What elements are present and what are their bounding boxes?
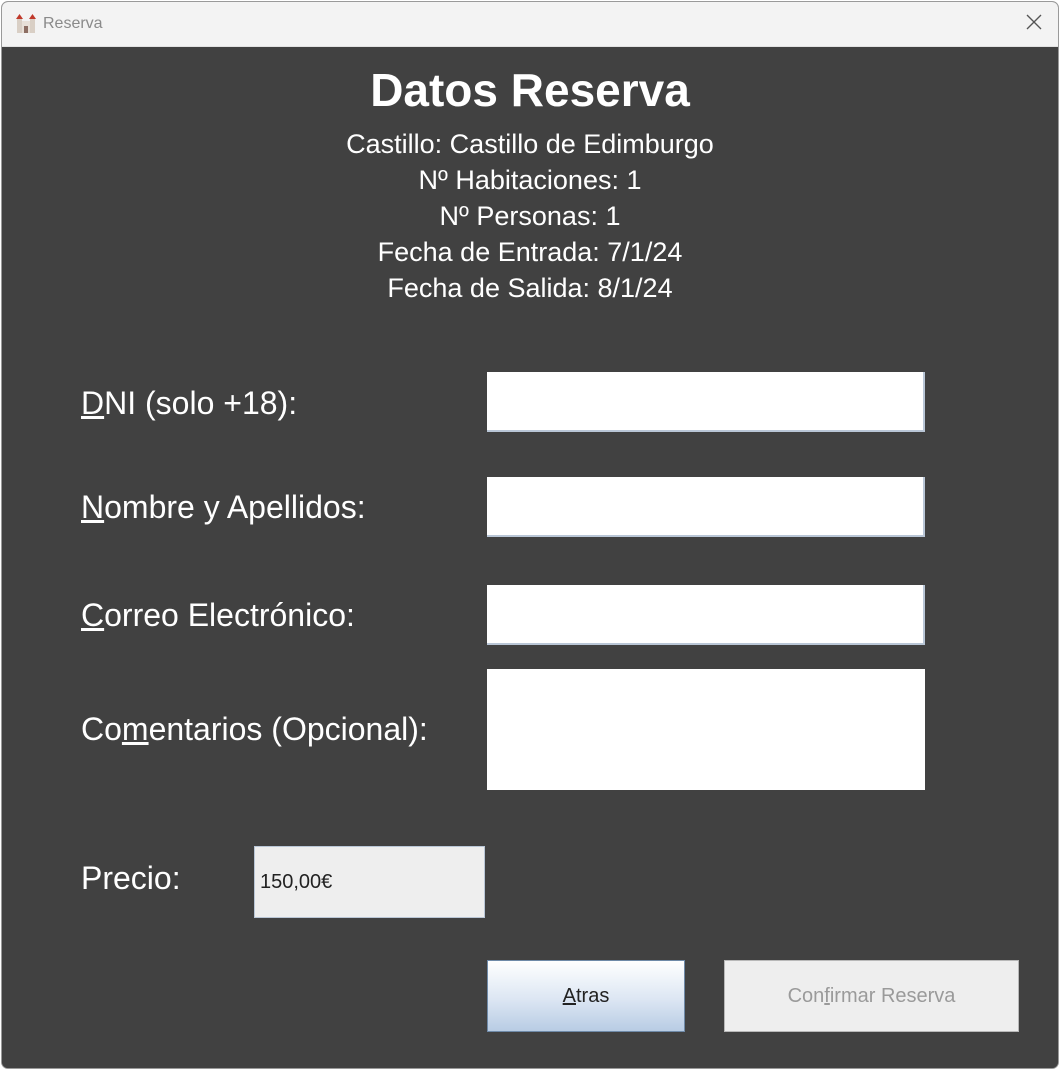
window-title: Reserva (43, 15, 103, 32)
dni-input[interactable] (487, 372, 925, 432)
dni-label: DNI (solo +18): (81, 385, 297, 422)
page-title: Datos Reserva (370, 64, 690, 116)
check-in-info: Fecha de Entrada: 7/1/24 (377, 237, 683, 267)
comentarios-label-text: entarios (Opcional): (148, 711, 428, 747)
comentarios-label-mnemonic: m (121, 711, 149, 747)
confirm-button-label: irmar Reserva (829, 984, 956, 1007)
nombre-label: Nombre y Apellidos: (81, 489, 366, 526)
correo-input[interactable] (487, 585, 925, 645)
close-button[interactable] (1010, 2, 1058, 46)
nombre-label-mnemonic: N (81, 489, 105, 525)
back-button-mnemonic: A (562, 984, 576, 1007)
check-out-info: Fecha de Salida: 8/1/24 (387, 273, 673, 303)
confirm-reservation-button[interactable]: Con f irmar Reserva (724, 960, 1019, 1032)
dni-label-mnemonic: D (81, 385, 105, 421)
title-bar: Reserva (2, 2, 1058, 47)
correo-label: Correo Electrónico: (81, 597, 355, 634)
people-info: Nº Personas: 1 (439, 201, 621, 231)
back-button-label: tras (576, 984, 610, 1007)
content-panel: Datos Reserva Castillo: Castillo de Edim… (2, 47, 1058, 1068)
comentarios-label: Comentarios (Opcional): (81, 711, 428, 748)
comentarios-textarea[interactable] (487, 669, 925, 790)
castle-info: Castillo: Castillo de Edimburgo (346, 129, 714, 159)
nombre-input[interactable] (487, 477, 925, 537)
back-button[interactable]: Atras (487, 960, 685, 1032)
nombre-label-text: ombre y Apellidos: (104, 489, 366, 525)
correo-label-text: orreo Electrónico: (104, 597, 355, 633)
precio-label: Precio: (81, 860, 181, 896)
comentarios-label-pre: Co (81, 711, 122, 747)
correo-label-mnemonic: C (81, 597, 105, 633)
castle-icon (16, 14, 36, 34)
dni-label-text: NI (solo +18): (104, 385, 298, 421)
rooms-info: Nº Habitaciones: 1 (418, 165, 642, 195)
confirm-button-pre: Con (787, 984, 825, 1007)
close-icon (1026, 14, 1042, 35)
precio-field: 150,00€ (254, 846, 485, 918)
reserva-window: Reserva Datos Reserva Castillo: Castillo… (1, 1, 1059, 1069)
